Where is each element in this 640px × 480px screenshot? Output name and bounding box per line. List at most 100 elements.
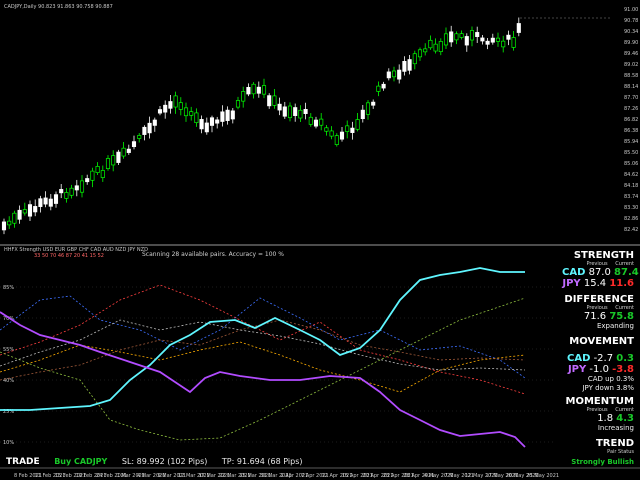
strength-section: STRENGTH Previous Current CAD 87.0 87.4 … (562, 250, 640, 289)
candle-body (516, 23, 521, 33)
movement-jpy-label: JPY (567, 364, 587, 375)
candle-body (235, 100, 241, 108)
movement-cad-prev: -2.7 (593, 353, 614, 364)
candle-body (459, 33, 464, 38)
candle-body (261, 85, 267, 95)
movement-jpy-curr: -3.8 (612, 364, 634, 375)
candle-body (360, 109, 365, 120)
candle-body (501, 40, 506, 48)
strength-row-cad: CAD 87.0 87.4 (562, 267, 640, 278)
candle-body (412, 53, 417, 65)
date-axis: 8 Feb 202111 Feb 202115 Feb 202119 Feb 2… (14, 473, 559, 479)
date-axis-label: 25 May 2021 (527, 473, 560, 479)
candle-body (272, 95, 277, 106)
candle-body (449, 31, 454, 43)
candle-body (438, 41, 443, 52)
trade-signal: Buy CADJPY (54, 457, 108, 466)
candle-body (59, 189, 64, 194)
candle-body (163, 104, 168, 113)
momentum-prev: 1.8 (597, 413, 614, 424)
candle-body (147, 122, 152, 134)
candlestick-series (1, 17, 612, 235)
price-level-label: 87.70 (624, 95, 638, 101)
candle-body (105, 158, 111, 169)
price-level-label: 86.38 (624, 128, 638, 134)
candle-body (277, 103, 282, 111)
candle-body (428, 39, 433, 49)
candle-body (22, 209, 27, 214)
price-level-label: 83.30 (624, 205, 638, 211)
candle-body (350, 127, 355, 133)
candle-body (74, 185, 79, 191)
candle-body (386, 71, 391, 79)
candle-body (329, 130, 334, 137)
candle-body (183, 107, 189, 117)
candle-body (12, 212, 17, 224)
price-level-label: 89.46 (624, 51, 638, 57)
price-level-label: 84.18 (624, 183, 638, 189)
price-level-label: 83.74 (624, 194, 638, 200)
candle-body (402, 61, 407, 72)
indicator-pane[interactable]: HHFX Strength USD EUR GBP CHF CAD AUD NZ… (0, 247, 555, 448)
price-and-indicator-chart[interactable]: CADJPY,Daily 90.823 91.863 90.758 90.887… (0, 0, 640, 480)
candle-body (376, 85, 381, 92)
candle-body (137, 135, 142, 139)
momentum-values: 1.8 4.3 (562, 413, 640, 424)
candle-body (85, 178, 90, 183)
candle-body (490, 37, 495, 43)
price-level-label: 89.90 (624, 40, 638, 46)
price-pane[interactable]: CADJPY,Daily 90.823 91.863 90.758 90.887… (1, 4, 638, 235)
difference-status: Expanding (596, 322, 634, 330)
candle-body (506, 34, 511, 40)
candle-body (282, 106, 287, 117)
candle-body (17, 209, 22, 220)
candle-body (173, 95, 178, 108)
price-level-label: 89.02 (624, 62, 638, 68)
candle-body (423, 48, 428, 53)
movement-cad-label: CAD (567, 353, 591, 364)
candle-body (287, 105, 293, 119)
movement-row-cad: CAD -2.7 0.3 (562, 353, 640, 364)
strength-cad-label: CAD (562, 267, 586, 278)
movement-row-jpy: JPY -1.0 -3.8 (562, 364, 640, 375)
stop-loss: SL: 89.992 (102 Pips) (121, 457, 208, 466)
candle-body (355, 119, 360, 130)
candle-body (121, 147, 126, 157)
candle-body (189, 111, 194, 116)
currency-strength-line (0, 295, 526, 379)
candle-body (334, 135, 339, 145)
currency-strength-line (0, 319, 526, 381)
strength-jpy-label: JPY (562, 278, 581, 289)
candle-body (480, 37, 485, 42)
momentum-section: MOMENTUM Previous Current 1.8 4.3 Increa… (562, 396, 640, 433)
price-level-label: 88.14 (624, 84, 638, 90)
movement-note-cad: CAD up 0.3% (587, 375, 634, 383)
strength-cad-curr: 87.4 (614, 267, 639, 278)
candle-body (319, 118, 324, 126)
candle-body (27, 204, 33, 217)
candle-body (313, 119, 319, 127)
candle-body (485, 40, 490, 45)
trade-bar: TRADE Buy CADJPY SL: 89.992 (102 Pips) T… (6, 457, 303, 467)
candle-body (454, 33, 459, 41)
candle-body (365, 102, 371, 115)
candle-body (251, 83, 256, 95)
candle-body (209, 117, 215, 126)
candle-body (215, 119, 220, 124)
candle-body (126, 148, 131, 153)
candle-body (256, 86, 261, 94)
chart-header: CADJPY,Daily 90.823 91.863 90.758 90.887 (4, 4, 113, 10)
candle-body (69, 187, 74, 196)
candle-body (53, 194, 59, 204)
currency-strength-line (0, 284, 526, 395)
strength-title: STRENGTH (573, 250, 634, 261)
strength-lines (0, 267, 526, 448)
candle-body (397, 69, 402, 80)
price-scale: 91.00 90.78 90.34 89.90 89.46 89.02 88.58 88.14… (624, 7, 638, 233)
currency-strength-line (0, 297, 526, 441)
strength-row-jpy: JPY 15.4 11.6 (562, 278, 640, 289)
difference-prev: 71.6 (583, 311, 607, 322)
price-level-label: 91.00 (624, 7, 638, 13)
candle-body (511, 37, 516, 48)
movement-jpy-prev: -1.0 (589, 364, 609, 375)
